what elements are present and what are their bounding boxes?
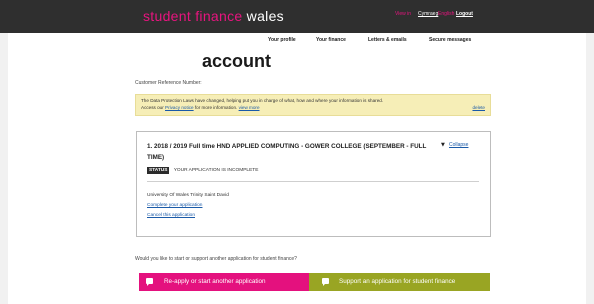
- language-english-link[interactable]: English: [438, 11, 454, 18]
- brand-text-wales: wales: [246, 8, 284, 24]
- page-title: account: [202, 51, 272, 71]
- brand-text-student-finance: student finance: [143, 8, 243, 24]
- nav-your-profile[interactable]: Your profile: [268, 37, 296, 44]
- reapply-button-label: Re-apply or start another application: [164, 278, 266, 285]
- status-badge: STATUS: [147, 167, 170, 174]
- notice-line-2: Access our Privacy notice for more infor…: [141, 105, 260, 111]
- notice-prefix: Access our: [141, 105, 164, 110]
- main-panel: Your profile Your finance Letters & emai…: [8, 33, 586, 304]
- top-bar: student finance wales View in Cymraeg | …: [0, 0, 594, 33]
- reapply-button[interactable]: Re-apply or start another application: [139, 273, 310, 291]
- status-text: YOUR APPLICATION IS INCOMPLETE: [173, 168, 259, 173]
- nav-secure-messages[interactable]: Secure messages: [429, 37, 471, 44]
- application-status: STATUS YOUR APPLICATION IS INCOMPLETE: [147, 167, 258, 174]
- customer-reference-label: Customer Reference Number:: [135, 80, 202, 86]
- notice-line-1: The Data Protection Laws have changed, h…: [141, 98, 384, 103]
- complete-application-link[interactable]: Complete your application: [147, 202, 202, 209]
- nav-letters-emails[interactable]: Letters & emails: [368, 37, 407, 44]
- application-title: 1. 2018 / 2019 Full time HND APPLIED COM…: [147, 143, 427, 161]
- notice-mid: for more information.: [194, 105, 238, 110]
- support-button-label: Support an application for student finan…: [339, 278, 456, 285]
- brand-logo[interactable]: student finance wales: [143, 8, 284, 24]
- another-application-question: Would you like to start or support anoth…: [135, 256, 297, 262]
- collapse-link[interactable]: Collapse: [449, 142, 468, 149]
- institution-name: University Of Wales Trinity Saint David: [147, 193, 229, 198]
- divider: [147, 181, 479, 182]
- caret-down-icon[interactable]: ▼: [441, 142, 445, 148]
- speech-bubble-icon: [322, 278, 329, 286]
- view-more-link[interactable]: view more: [239, 105, 260, 110]
- cancel-application-link[interactable]: Cancel this application: [147, 212, 195, 219]
- language-separator: |: [435, 11, 437, 17]
- speech-bubble-icon: [146, 278, 153, 286]
- language-label: View in: [395, 11, 412, 17]
- notice-delete-link[interactable]: delete: [472, 105, 485, 111]
- nav-your-finance[interactable]: Your finance: [316, 37, 346, 44]
- application-card: 1. 2018 / 2019 Full time HND APPLIED COM…: [136, 131, 491, 237]
- support-application-button[interactable]: Support an application for student finan…: [309, 273, 490, 291]
- data-protection-notice: The Data Protection Laws have changed, h…: [135, 94, 491, 116]
- logout-link[interactable]: Logout: [456, 11, 473, 18]
- privacy-notice-link[interactable]: Privacy notice: [165, 105, 194, 110]
